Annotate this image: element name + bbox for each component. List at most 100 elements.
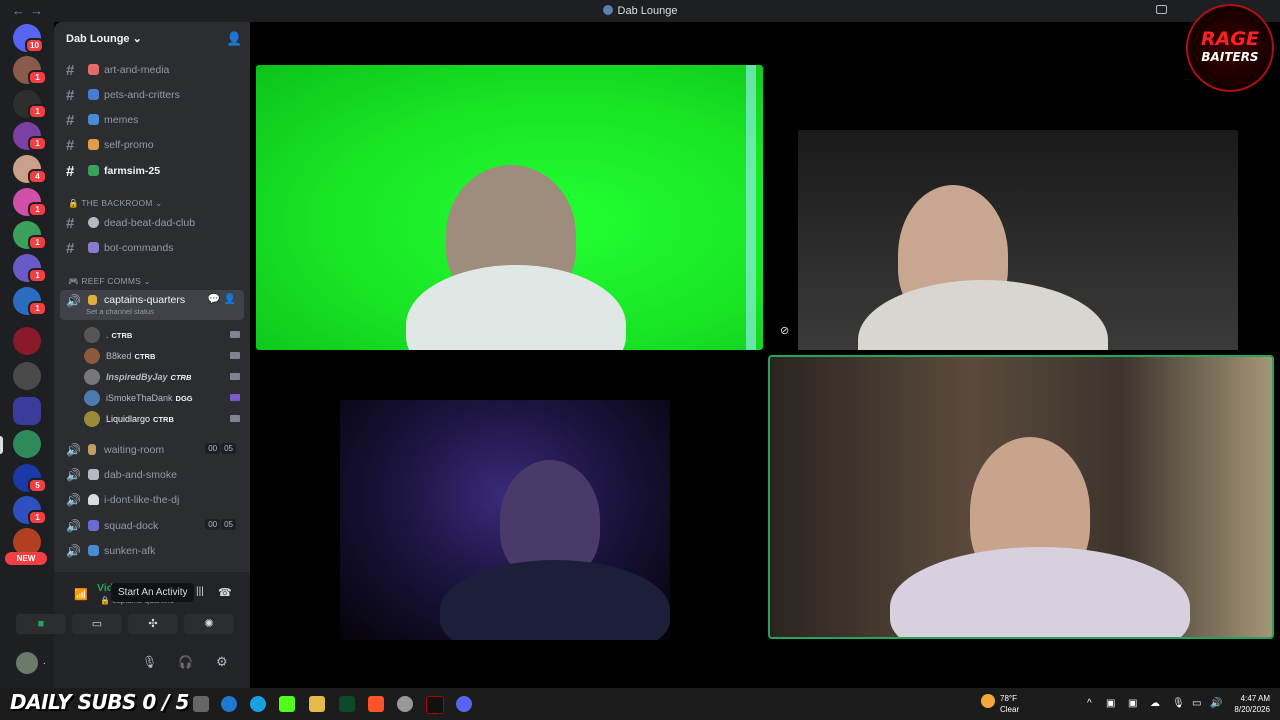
channel-farmsim-25[interactable]: # farmsim-25	[60, 160, 244, 182]
channel-self-promo[interactable]: # self-promo	[60, 134, 244, 156]
unread-badge: 1	[28, 268, 47, 283]
brave-icon[interactable]	[368, 696, 384, 712]
obs-icon[interactable]	[397, 696, 413, 712]
channel-sunken-afk[interactable]: 🔊 sunken-afk	[60, 540, 244, 562]
speaker-icon: 🔊	[66, 544, 81, 558]
inbox-icon[interactable]	[1156, 5, 1167, 14]
taskview-icon[interactable]	[193, 696, 209, 712]
video-tile-speaking[interactable]	[768, 355, 1274, 639]
voice-user[interactable]: InspiredByJay CTRB	[84, 368, 244, 387]
video-tile[interactable]	[798, 130, 1238, 350]
chat-icon[interactable]: 💬	[208, 294, 220, 305]
category-backroom[interactable]: 🔒 THE BACKROOM ⌄	[68, 198, 162, 209]
user-name: Liquidlargo	[106, 414, 151, 424]
kick-icon[interactable]	[279, 696, 295, 712]
channel-status[interactable]: Set a channel status	[86, 307, 154, 316]
avatar	[84, 369, 100, 385]
channel-label: farmsim-25	[104, 165, 161, 177]
unread-badge: 1	[28, 136, 47, 151]
soundboard-button[interactable]: ✺	[184, 614, 234, 634]
settings-app-icon[interactable]	[221, 696, 237, 712]
server-icon[interactable]	[13, 327, 41, 355]
user-name: .	[106, 330, 109, 340]
category-label: REEF COMMS	[81, 276, 141, 286]
clock-time[interactable]: 4:47 AM	[1228, 694, 1270, 703]
channel-label: sunken-afk	[104, 545, 156, 557]
video-tile[interactable]	[340, 400, 670, 640]
noise-suppression-icon[interactable]: |||	[196, 586, 204, 597]
headphones-icon[interactable]: 🎧	[178, 655, 193, 669]
weather-temp[interactable]: 78°F	[1000, 694, 1017, 703]
channel-pets-and-critters[interactable]: # pets-and-critters	[60, 84, 244, 106]
signal-icon[interactable]: 📶	[74, 588, 88, 601]
camera-button[interactable]: ■	[16, 614, 66, 634]
voice-user[interactable]: Liquidlargo CTRB	[84, 410, 244, 429]
channel-waiting-room[interactable]: 🔊 waiting-room 00 05	[60, 439, 244, 461]
megaphone-icon	[88, 139, 99, 150]
volume-icon[interactable]: 🔊	[1210, 698, 1222, 709]
category-reef-comms[interactable]: 🎮 REEF COMMS ⌄	[68, 276, 151, 287]
hash-icon: #	[66, 137, 75, 154]
weather-desc[interactable]: Clear	[1000, 705, 1019, 714]
channel-i-dont-like-the-dj[interactable]: 🔊 i-dont-like-the-dj	[60, 489, 244, 511]
add-member-icon[interactable]: 👤	[226, 31, 242, 47]
channel-captains-quarters[interactable]: 🔊 captains-quarters Set a channel status…	[60, 290, 244, 320]
discord-icon[interactable]	[456, 696, 472, 712]
hash-icon: #	[66, 112, 75, 129]
voice-user[interactable]: . CTRB	[84, 326, 244, 345]
app-icon[interactable]	[426, 696, 444, 714]
clock-date[interactable]: 8/20/2026	[1228, 705, 1270, 714]
user-count-limit: 05	[221, 519, 236, 530]
user-count: 00 05	[204, 443, 236, 454]
microphone-icon[interactable]: 🎙	[142, 655, 157, 669]
hourglass-icon	[88, 444, 96, 455]
user-name[interactable]: .	[43, 656, 46, 666]
channel-memes[interactable]: # memes	[60, 109, 244, 131]
channel-label: pets-and-critters	[104, 89, 180, 101]
activity-button[interactable]: ✣	[128, 614, 178, 634]
disconnect-icon[interactable]: ☎	[218, 586, 232, 599]
user-tag: CTRB	[153, 415, 174, 424]
gear-icon[interactable]: ⚙	[216, 654, 228, 670]
avatar	[84, 390, 100, 406]
server-header[interactable]: Dab Lounge ⌄	[66, 32, 142, 45]
paw-icon	[88, 89, 99, 100]
speech-bubble-icon	[88, 217, 99, 228]
participant-body	[440, 560, 670, 640]
microphone-icon[interactable]: 🎙	[1172, 698, 1185, 709]
avatar	[84, 327, 100, 343]
wifi-icon[interactable]: ▭	[1192, 698, 1201, 709]
video-tile[interactable]	[256, 65, 763, 350]
voice-user[interactable]: B8ked CTRB	[84, 347, 244, 366]
unread-badge: 1	[28, 301, 47, 316]
hash-icon: #	[66, 215, 75, 232]
app-icon[interactable]	[339, 696, 355, 712]
meme-icon	[88, 114, 99, 125]
server-icon[interactable]	[13, 430, 41, 458]
unread-badge: 5	[28, 478, 47, 493]
channel-bot-commands[interactable]: # bot-commands	[60, 237, 244, 259]
screen-share-button[interactable]: ▭	[72, 614, 122, 634]
category-label: THE BACKROOM	[81, 198, 153, 208]
speaker-icon: 🔊	[66, 443, 81, 457]
invite-icon[interactable]: 👤	[224, 294, 236, 305]
folder-icon[interactable]	[309, 696, 325, 712]
logo-text: RAGE	[1201, 28, 1259, 50]
tray-icon[interactable]: ▣	[1106, 698, 1115, 709]
channel-label: squad-dock	[104, 520, 159, 532]
user-avatar[interactable]	[16, 652, 38, 674]
cloud-icon[interactable]: ☁	[1150, 698, 1160, 709]
channel-art-and-media[interactable]: # art-and-media	[60, 59, 244, 81]
channel-squad-dock[interactable]: 🔊 squad-dock 00 05	[60, 515, 244, 537]
tray-icon[interactable]: ▣	[1128, 698, 1137, 709]
edge-icon[interactable]	[250, 696, 266, 712]
user-count: 00 05	[204, 519, 236, 530]
channel-dead-beat-dad-club[interactable]: # dead-beat-dad-club	[60, 212, 244, 234]
speaker-icon: 🔊	[66, 493, 81, 507]
chevron-up-icon[interactable]: ^	[1087, 698, 1092, 709]
unread-badge: 1	[28, 104, 47, 119]
folder-icon[interactable]	[13, 397, 41, 425]
server-icon[interactable]	[13, 362, 41, 390]
channel-dab-and-smoke[interactable]: 🔊 dab-and-smoke	[60, 464, 244, 486]
voice-user[interactable]: iSmokeThaDank DGG	[84, 389, 244, 408]
